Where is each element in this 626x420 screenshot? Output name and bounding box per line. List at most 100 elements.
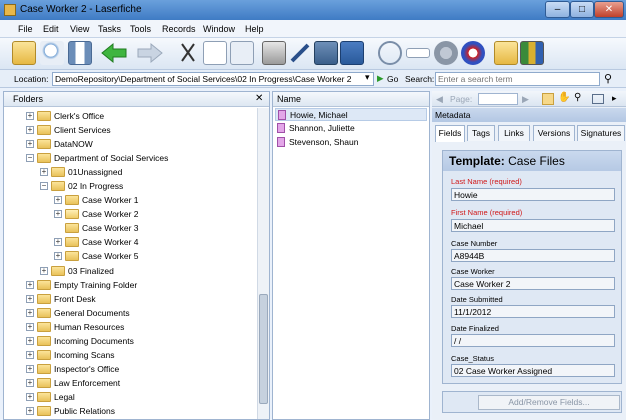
expand-icon[interactable]: + [26,281,34,289]
view-mode-icon[interactable] [520,41,544,65]
expand-icon[interactable]: + [54,210,62,218]
menu-tools[interactable]: Tools [130,24,151,34]
search-options-icon[interactable]: ⚲ [604,72,612,85]
workflow-gears-icon[interactable] [461,41,485,65]
go-button[interactable]: Go [387,74,398,84]
expand-icon[interactable]: + [40,168,48,176]
location-bar: Location: DemoRepository\Department of S… [0,70,626,88]
pan-hand-icon[interactable]: ✋ [558,92,570,103]
tab-versions[interactable]: Versions [533,125,575,141]
pointer-tool-icon[interactable] [542,93,554,105]
menu-records[interactable]: Records [162,24,196,34]
field-label-case-status: Case_Status [451,354,494,363]
tab-fields[interactable]: Fields [435,125,465,142]
list-item[interactable]: Shannon, Juliette [275,122,427,135]
metadata-tabs: Fields Tags Links Versions Signatures [432,125,626,142]
expand-icon[interactable]: + [54,252,62,260]
case-number-field[interactable]: A8944B [451,249,615,262]
expand-icon[interactable]: + [26,379,34,387]
expand-icon[interactable]: + [26,337,34,345]
metadata-pane: ◀ Page: ▶ ✋ ⚲ ▸ Metadata Fields Tags Lin… [432,91,626,420]
metadata-header: Metadata [432,108,626,122]
refresh-icon[interactable] [378,41,402,65]
menu-tasks[interactable]: Tasks [98,24,121,34]
new-folder-icon[interactable] [494,41,518,65]
maximize-button[interactable]: □ [570,1,594,18]
location-dropdown-icon[interactable]: ▾ [365,72,370,83]
folder-icon [37,153,51,163]
close-button[interactable]: ✕ [594,1,624,18]
metadata-pane-icon[interactable] [68,41,92,65]
toolbar-options-icon[interactable]: ▸ [612,93,617,104]
menu-help[interactable]: Help [245,24,264,34]
menu-view[interactable]: View [70,24,89,34]
tree-item-label: Case Worker 3 [82,223,139,233]
search-icon[interactable] [40,41,64,65]
expand-icon[interactable]: + [26,365,34,373]
menu-file[interactable]: File [18,24,33,34]
case-worker-field[interactable]: Case Worker 2 [451,277,615,290]
folder-icon [65,195,79,205]
list-item[interactable]: Howie, Michael [275,108,427,121]
folder-icon [37,378,51,388]
column-header-name[interactable]: Name [273,92,429,107]
expand-icon[interactable]: + [40,267,48,275]
folders-scrollbar[interactable] [257,108,269,419]
first-name-field[interactable]: Michael [451,219,615,232]
expand-icon[interactable]: + [26,393,34,401]
tab-signatures[interactable]: Signatures [577,125,625,141]
go-arrow-icon[interactable]: ▶ [377,73,384,84]
expand-icon[interactable]: + [26,126,34,134]
expand-icon[interactable]: + [26,323,34,331]
page-number-input[interactable] [478,93,518,105]
expand-icon[interactable]: + [54,196,62,204]
expand-icon[interactable]: + [26,140,34,148]
collapse-icon[interactable]: − [40,182,48,190]
zoom-icon[interactable]: ⚲ [574,92,581,103]
last-name-field[interactable]: Howie [451,188,615,201]
app-icon [4,4,16,16]
save-icon[interactable] [340,41,364,65]
field-icon[interactable] [406,48,430,58]
date-finalized-field[interactable]: / / [451,334,615,347]
back-arrow-icon[interactable] [100,41,130,65]
search-label: Search: [405,74,435,84]
minimize-button[interactable]: – [545,1,570,18]
expand-icon[interactable]: + [54,238,62,246]
tab-tags[interactable]: Tags [467,125,495,141]
menu-edit[interactable]: Edit [43,24,59,34]
print-icon[interactable] [262,41,286,65]
folders-close-icon[interactable]: ✕ [255,93,263,104]
tree-item-label: General Documents [54,308,130,318]
date-submitted-field[interactable]: 11/1/2012 [451,305,615,318]
template-name: Case Files [508,154,565,168]
scrollbar-thumb[interactable] [259,294,268,404]
folder-icon [37,111,51,121]
settings-gear-icon[interactable] [434,41,458,65]
paste-icon[interactable] [230,41,254,65]
menu-window[interactable]: Window [203,24,235,34]
prev-page-icon[interactable]: ◀ [436,94,443,105]
expand-icon[interactable]: + [26,295,34,303]
collapse-icon[interactable]: − [26,154,34,162]
expand-icon[interactable]: + [26,407,34,415]
tab-links[interactable]: Links [498,125,530,141]
expand-icon[interactable]: + [26,351,34,359]
folder-browser-icon[interactable] [12,41,36,65]
add-remove-fields-button[interactable]: Add/Remove Fields... [478,395,620,410]
expand-icon[interactable]: + [26,112,34,120]
search-input[interactable] [435,72,600,86]
copy-icon[interactable] [203,41,227,65]
forward-arrow-icon[interactable] [134,41,164,65]
pen-icon[interactable] [288,41,312,65]
field-label-date-finalized: Date Finalized [451,324,499,333]
expand-icon[interactable]: + [26,309,34,317]
list-item[interactable]: Stevenson, Shaun [275,136,427,149]
cut-icon[interactable] [176,41,200,65]
thumbnail-icon[interactable] [592,94,604,104]
case-status-field[interactable]: 02 Case Worker Assigned [451,364,615,377]
camera-icon[interactable] [314,41,338,65]
next-page-icon[interactable]: ▶ [522,94,529,105]
window-title: Case Worker 2 - Laserfiche [20,4,142,15]
location-path-field[interactable]: DemoRepository\Department of Social Serv… [52,72,374,86]
